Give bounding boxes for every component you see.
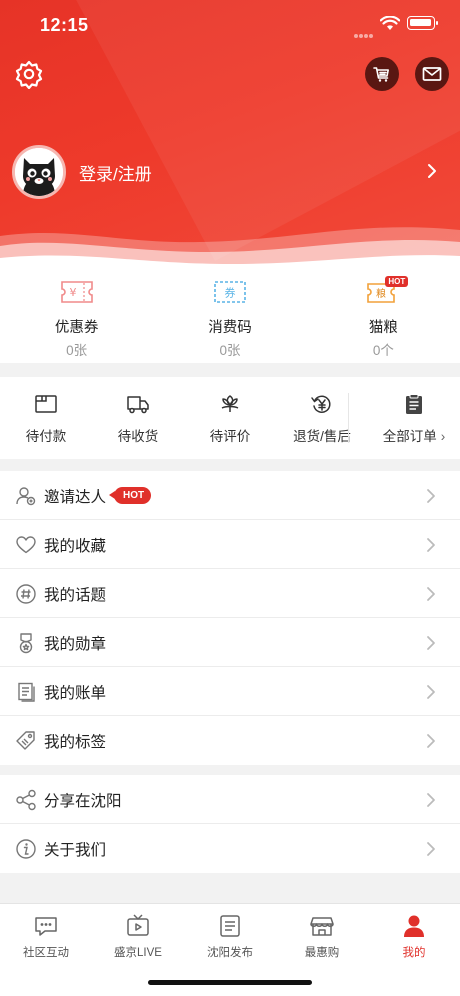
signal-dots-icon (354, 25, 374, 38)
cat-avatar-icon (15, 148, 63, 196)
catfood-glyph: 粮 (376, 287, 386, 300)
chevron-right-icon (427, 734, 435, 748)
order-shortcuts: 待付款 待收货 待评价 退货/售后 全部订单 › (0, 377, 460, 459)
invite-user-icon (16, 487, 36, 506)
menu-item-label: 我的账单 (44, 685, 107, 702)
bill-icon (18, 682, 35, 702)
coupon-label: 优惠券 (54, 320, 99, 336)
order-label: 待收货 (117, 429, 159, 444)
chat-icon (35, 917, 57, 936)
order-label: 待评价 (209, 429, 251, 444)
chevron-right-icon[interactable] (424, 162, 440, 180)
profile-header: 12:15 登录/注册 (0, 0, 460, 270)
chevron-right-icon (427, 489, 435, 503)
truck-icon (127, 396, 149, 414)
info-icon (16, 839, 36, 859)
mail-icon (422, 67, 442, 81)
wifi-icon (380, 16, 400, 30)
menu-item-medals[interactable]: 我的勋章 (0, 618, 460, 667)
voucher-label: 消费码 (208, 320, 252, 336)
user-icon (404, 915, 424, 937)
cart-icon (373, 67, 389, 82)
header-wave (0, 227, 460, 270)
order-label: 全部订单 › (368, 425, 460, 445)
refund-icon (311, 395, 331, 413)
clipboard-icon (406, 394, 422, 414)
menu-item-topics[interactable]: 我的话题 (0, 569, 460, 618)
menu-item-label: 关于我们 (44, 842, 107, 859)
order-divider (348, 393, 349, 443)
hashtag-icon (16, 584, 36, 604)
ticket-glyph: ¥ (69, 286, 76, 299)
coupon-item-coupons[interactable]: ¥ 优惠券 0张 (0, 266, 153, 363)
chevron-right-icon (427, 685, 435, 699)
menu-item-label: 我的标签 (44, 734, 107, 751)
flower-icon (221, 395, 239, 412)
hot-badge: HOT (385, 276, 409, 287)
menu-item-tags[interactable]: 我的标签 (0, 716, 460, 765)
catfood-label: 猫粮 (368, 320, 398, 336)
order-pending-receipt[interactable]: 待收货 (92, 377, 184, 459)
chevron-right-icon (427, 587, 435, 601)
shop-icon (310, 917, 334, 936)
menu-item-bills[interactable]: 我的账单 (0, 667, 460, 716)
medal-icon (19, 633, 33, 654)
tag-icon (16, 731, 35, 750)
chevron-right-icon (427, 842, 435, 856)
voucher-glyph: 券 (224, 286, 235, 300)
ticket-icon: ¥ (60, 281, 93, 303)
status-bar: 12:15 (0, 0, 460, 52)
order-label: 待付款 (25, 429, 67, 444)
mail-button[interactable] (415, 57, 449, 91)
order-pending-payment[interactable]: 待付款 (0, 377, 92, 459)
settings-icon[interactable] (14, 59, 44, 89)
tab-label: 社区互动 (23, 947, 69, 959)
chevron-right-icon: › (440, 429, 446, 444)
coupon-count: 0张 (66, 343, 88, 358)
order-pending-review[interactable]: 待评价 (184, 377, 276, 459)
heart-icon (16, 536, 36, 554)
menu-item-label: 我的话题 (44, 587, 107, 604)
tv-icon (127, 914, 149, 936)
status-time: 12:15 (40, 15, 89, 35)
menu-item-invite[interactable]: 邀请达人 HOT (0, 471, 460, 520)
tab-label: 最惠购 (304, 947, 340, 959)
coupon-item-catfood[interactable]: 粮 HOT 猫粮 0个 (307, 266, 460, 363)
chevron-right-icon (427, 793, 435, 807)
menu-item-label: 分享在沈阳 (44, 793, 122, 810)
wallet-icon (35, 395, 57, 413)
tab-mine[interactable]: 我的 (368, 904, 460, 996)
menu-item-share[interactable]: 分享在沈阳 (0, 775, 460, 824)
coupon-summary: ¥ 优惠券 0张 券 消费码 0张 粮 HOT 猫粮 0个 (0, 266, 460, 363)
chevron-right-icon (427, 636, 435, 650)
menu-item-favorites[interactable]: 我的收藏 (0, 520, 460, 569)
share-icon (16, 789, 36, 811)
home-indicator (148, 980, 312, 985)
voucher-count: 0张 (219, 343, 241, 358)
tab-label: 沈阳发布 (207, 947, 253, 959)
coupon-item-voucher[interactable]: 券 消费码 0张 (153, 266, 306, 363)
chevron-right-icon (427, 538, 435, 552)
news-icon (220, 915, 240, 937)
voucher-icon: 券 (214, 281, 246, 303)
menu-item-label: 邀请达人 (44, 489, 107, 506)
tab-label: 盛京LIVE (114, 947, 162, 959)
cart-button[interactable] (365, 57, 399, 91)
order-all[interactable]: 全部订单 › (368, 377, 460, 459)
menu-item-label: 我的收藏 (44, 538, 107, 555)
tab-label: 我的 (402, 947, 426, 959)
menu-list-secondary: 分享在沈阳 关于我们 (0, 775, 460, 873)
menu-item-label: 我的勋章 (44, 636, 107, 653)
menu-item-about[interactable]: 关于我们 (0, 824, 460, 873)
hot-badge: HOT (108, 487, 152, 504)
battery-icon (407, 16, 438, 30)
order-refund[interactable]: 退货/售后 (276, 377, 368, 459)
login-register-link[interactable]: 登录/注册 (79, 160, 152, 185)
all-orders-text: 全部订单 (382, 429, 437, 444)
menu-list-primary: 邀请达人 HOT 我的收藏 我的话题 我的勋章 我的账单 我的标签 (0, 471, 460, 765)
catfood-count: 0个 (372, 343, 394, 358)
order-label: 退货/售后 (293, 429, 351, 444)
tab-community[interactable]: 社区互动 (0, 904, 92, 996)
avatar[interactable] (12, 145, 66, 199)
